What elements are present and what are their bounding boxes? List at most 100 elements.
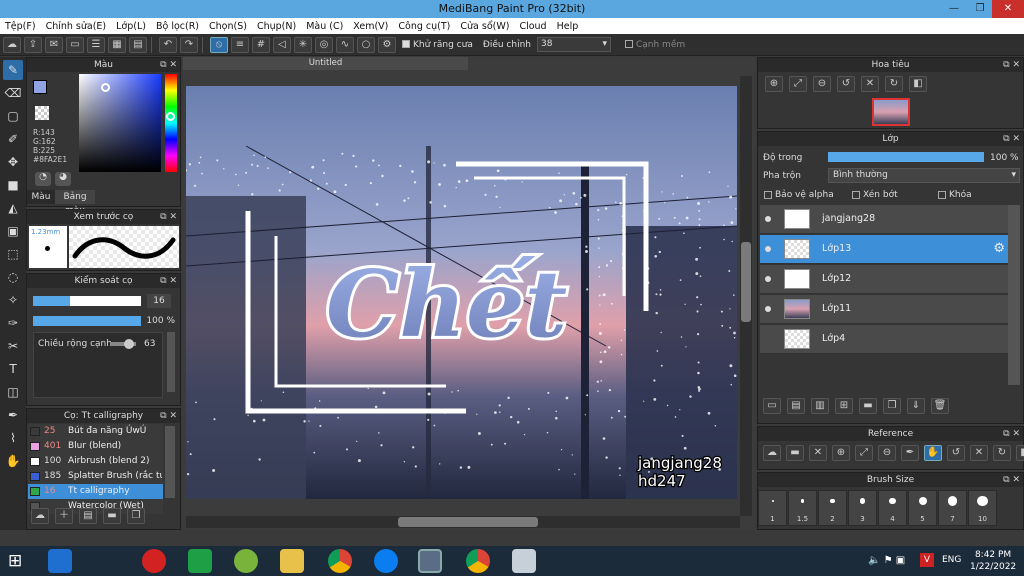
layer-opacity-slider[interactable] [828,152,984,162]
brush-size-preset[interactable]: 2 [818,490,847,526]
copy-brush-icon[interactable]: ❐ [127,508,145,524]
menu-view[interactable]: Xem(V) [348,21,393,32]
select-rect-icon[interactable]: ⬚ [3,244,23,264]
hand-icon[interactable]: ✋ [924,445,942,461]
rotate-left-icon[interactable]: ↺ [837,76,855,92]
lasso-icon[interactable]: ◌ [3,267,23,287]
panel-controls-icon[interactable]: ⧉ ✕ [1003,132,1020,146]
eye-icon[interactable] [765,216,771,222]
vertical-scrollbar[interactable] [740,76,752,516]
chrome-profile-icon[interactable] [466,549,490,573]
brush-list-scrollbar[interactable] [165,426,175,498]
grid-icon[interactable]: ▦ [108,36,126,53]
cloud-brush-icon[interactable]: ☁ [31,508,49,524]
size-slider[interactable] [33,296,141,306]
snipping-tool-icon[interactable] [512,549,536,573]
brush-size-preset[interactable]: 5 [908,490,937,526]
zoom-out-icon[interactable]: ⊖ [878,445,896,461]
zoom-in-icon[interactable]: ⊕ [832,445,850,461]
zoom-out-icon[interactable]: ⊖ [813,76,831,92]
brush-size-preset[interactable]: 10 [968,490,997,526]
select-pen-icon[interactable]: ✑ [3,313,23,333]
dot-tool-icon[interactable]: ▢ [3,106,23,126]
close-icon[interactable]: ✕ [809,445,827,461]
panel-controls-icon[interactable]: ⧉ ✕ [1003,473,1020,487]
add-brush-icon[interactable]: ＋ [55,508,73,524]
duplicate-layer-icon[interactable]: ❐ [883,398,901,414]
reset-icon[interactable]: ✕ [861,76,879,92]
gradient-icon[interactable]: ▣ [3,221,23,241]
folder-icon[interactable]: ▬ [103,508,121,524]
new-layer-1bit-icon[interactable]: ▥ [811,398,829,414]
rotate-left-icon[interactable]: ↺ [947,445,965,461]
brush-tool-icon[interactable]: ✎ [3,60,23,80]
tab-color[interactable]: Màu [27,190,55,204]
color-history-icon[interactable]: ◕ [55,172,71,186]
medibang-icon[interactable] [418,549,442,573]
scrollbar[interactable] [167,332,175,392]
panel-controls-icon[interactable]: ⧉ ✕ [160,409,177,423]
clip-checkbox[interactable]: Xén bớt [852,190,898,200]
eraser-tool-icon[interactable]: ⌫ [3,83,23,103]
comment-icon[interactable]: ✉ [45,36,63,53]
layer-item[interactable]: Lớp4 [760,325,1008,354]
foreground-color-swatch[interactable] [33,80,47,94]
bucket-icon[interactable]: ◭ [3,198,23,218]
minimize-button[interactable]: — [940,0,968,18]
brush-item[interactable]: 16 Tt calligraphy [28,484,163,499]
snap-ellipse-icon[interactable]: ○ [357,36,375,53]
rotate-right-icon[interactable]: ↻ [993,445,1011,461]
redo-icon[interactable]: ↷ [180,36,198,53]
zalo-icon[interactable] [374,549,398,573]
share-icon[interactable]: ⇪ [24,36,42,53]
brush-size-preset[interactable]: 7 [938,490,967,526]
file-explorer-icon[interactable] [280,549,304,573]
menu-select[interactable]: Chọn(S) [204,21,252,32]
maximize-button[interactable]: ❐ [966,0,994,18]
internet-explorer-icon[interactable] [48,549,72,573]
cloud-icon[interactable]: ☁ [3,36,21,53]
new-layer-8bit-icon[interactable]: ▤ [787,398,805,414]
delete-layer-icon[interactable]: 🗑 [931,398,949,414]
eye-icon[interactable] [765,276,771,282]
horizontal-scrollbar[interactable] [186,516,740,528]
menu-cloud[interactable]: Cloud [514,21,551,32]
brush-size-preset[interactable]: 4 [878,490,907,526]
snap-radial-icon[interactable]: ✳ [294,36,312,53]
panel-controls-icon[interactable]: ⧉ ✕ [160,58,177,72]
snap-vanish-icon[interactable]: ◁ [273,36,291,53]
pen-tool-icon[interactable]: ✐ [3,129,23,149]
merge-down-icon[interactable]: ⇓ [907,398,925,414]
zoom-in-icon[interactable]: ⊕ [765,76,783,92]
menu-layer[interactable]: Lớp(L) [111,21,151,32]
snap-curve-icon[interactable]: ∿ [336,36,354,53]
page-icon[interactable]: ▤ [129,36,147,53]
list-icon[interactable]: ☰ [87,36,105,53]
spreadsheet-icon[interactable] [188,549,212,573]
close-button[interactable]: ✕ [992,0,1024,18]
brush-item[interactable]: 25 Bút đa năng ÚwÚ [28,424,163,439]
eye-icon[interactable] [765,246,771,252]
menu-color[interactable]: Màu (C) [301,21,348,32]
menu-snap[interactable]: Chụp(N) [252,21,301,32]
brush-size-preset[interactable]: 3 [848,490,877,526]
snap-cross-icon[interactable]: # [252,36,270,53]
menu-file[interactable]: Tệp(F) [0,21,41,32]
menu-tools[interactable]: Công cụ(T) [393,21,455,32]
select-eraser-icon[interactable]: ✂ [3,336,23,356]
lock-checkbox[interactable]: Khóa [938,190,972,200]
brush-item[interactable]: 185 Splatter Brush (rắc tuyết) [28,469,163,484]
cloud-icon[interactable]: ☁ [763,445,781,461]
text-tool-icon[interactable]: T [3,359,23,379]
smooth-checkbox[interactable]: Cạnh mềm [624,40,685,50]
eye-icon[interactable] [765,306,771,312]
eyedropper-icon[interactable]: ✒ [3,405,23,425]
hue-slider[interactable] [165,74,177,172]
layer-item[interactable]: jangjang28 [760,205,1008,234]
menu-help[interactable]: Help [552,21,584,32]
panel-divide-icon[interactable]: ◫ [3,382,23,402]
brush-settings-icon[interactable]: ▤ [79,508,97,524]
new-layer-icon[interactable]: ▭ [763,398,781,414]
transparent-swatch[interactable] [35,106,49,120]
magic-wand-icon[interactable]: ✧ [3,290,23,310]
